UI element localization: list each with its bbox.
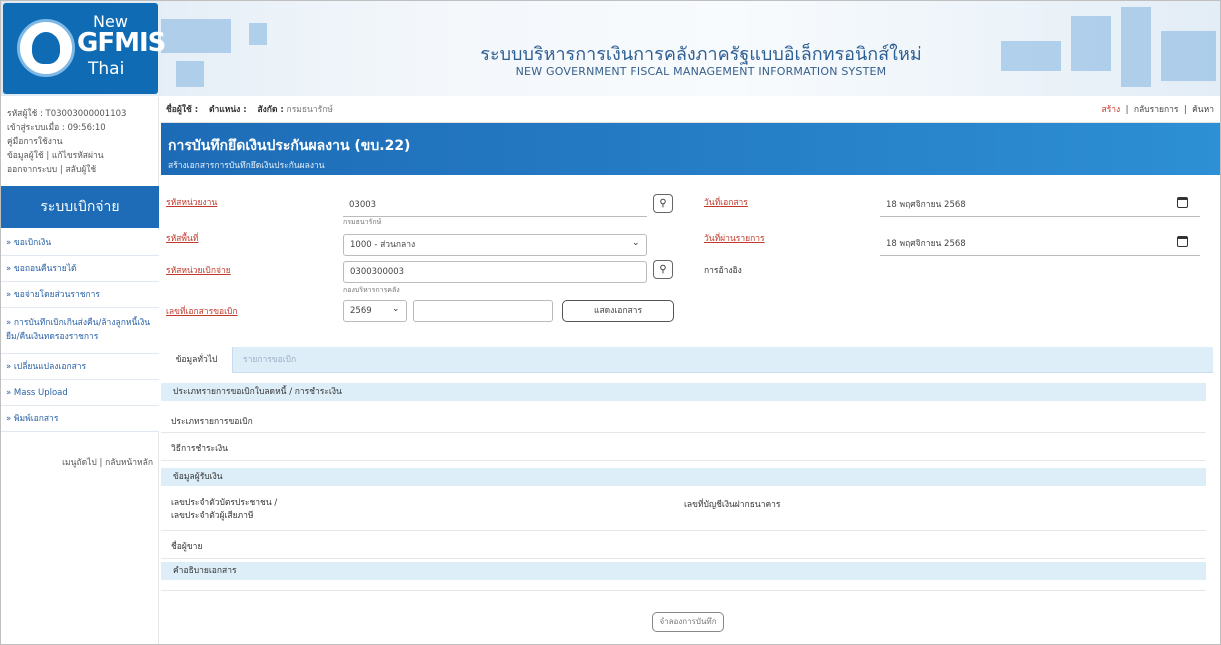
user-id: รหัสผู้ใช้ : T03003000001103: [7, 109, 127, 119]
page-subtitle: สร้างเอกสารการบันทึกยึดเงินประกันผลงาน: [168, 161, 325, 171]
header-decoration: [1161, 31, 1216, 81]
disburse-unit-label: รหัสหน่วยเบิกจ่าย: [166, 266, 231, 276]
affiliation-value: กรมธนารักษ์: [286, 105, 333, 115]
seller-name-label: ชื่อผู้ขาย: [171, 542, 203, 552]
header-decoration: [1071, 16, 1111, 71]
back-home-link[interactable]: กลับหน้าหลัก: [105, 458, 153, 468]
top-actions: สร้าง | กลับรายการ | ค้นหา: [1101, 105, 1214, 115]
search-icon: ⚲: [659, 198, 667, 209]
doc-date-input[interactable]: 18 พฤศจิกายน 2568: [880, 195, 1200, 217]
logo-emblem-icon: [17, 19, 75, 77]
request-doc-label: เลขที่เอกสารขอเบิก: [166, 307, 238, 317]
switch-user-link[interactable]: สลับผู้ใช้: [65, 165, 96, 175]
tab-general-info[interactable]: ข้อมูลทั่วไป: [161, 347, 233, 373]
header-decoration: [176, 61, 204, 87]
manual-link[interactable]: คู่มือการใช้งาน: [7, 137, 63, 147]
page-banner: การบันทึกยึดเงินประกันผลงาน (ขบ.22) สร้า…: [161, 123, 1220, 175]
section-request-type: ประเภทรายการขอเบิกใบลดหนี้ / การชำระเงิน: [161, 383, 1206, 401]
doc-date-label: วันที่เอกสาร: [704, 198, 748, 208]
area-code-select[interactable]: 1000 - ส่วนกลาง: [343, 234, 647, 256]
menu-item-request[interactable]: » ขอเบิกเงิน: [1, 230, 159, 256]
agency-search-button[interactable]: ⚲: [653, 194, 673, 213]
logo-thai-text: Thai: [88, 59, 125, 79]
user-info-block: รหัสผู้ใช้ : T03003000001103 เข้าสู่ระบบ…: [1, 107, 159, 177]
section-doc-description: คำอธิบายเอกสาร: [161, 562, 1206, 580]
chevron-down-icon: ⌄: [632, 238, 640, 248]
affiliation-label: สังกัด :: [257, 105, 284, 115]
header-decoration: [1121, 7, 1151, 87]
header: New GFMIS Thai ระบบบริหารการเงินการคลังภ…: [1, 1, 1220, 96]
logo-gfmis-text: GFMIS: [77, 28, 166, 58]
search-link[interactable]: ค้นหา: [1192, 105, 1214, 115]
menu-item-change-document[interactable]: » เปลี่ยนแปลงเอกสาร: [1, 354, 159, 380]
divider: [161, 530, 1206, 531]
header-decoration: [1001, 41, 1061, 71]
agency-name: กรมธนารักษ์: [343, 218, 382, 226]
request-type-label: ประเภทรายการขอเบิก: [171, 417, 253, 427]
divider: [161, 460, 1206, 461]
page-title: การบันทึกยึดเงินประกันผลงาน (ขบ.22): [168, 138, 411, 154]
post-date-input[interactable]: 18 พฤศจิกายน 2568: [880, 234, 1200, 256]
system-title-english: NEW GOVERNMENT FISCAL MANAGEMENT INFORMA…: [515, 65, 887, 78]
position-label: ตำแหน่ง :: [208, 105, 247, 115]
header-decoration: [249, 23, 267, 45]
disburse-unit-name: กองบริหารการคลัง: [343, 286, 400, 294]
system-title-thai: ระบบบริหารการเงินการคลังภาครัฐแบบอิเล็กท…: [480, 44, 922, 65]
agency-code-input[interactable]: 03003: [343, 195, 647, 217]
request-doc-number-input[interactable]: [413, 300, 553, 322]
top-info-bar: ชื่อผู้ใช้ : ตำแหน่ง : สังกัด : กรมธนารั…: [161, 97, 1220, 123]
menu-item-refund-revenue[interactable]: » ขอถอนคืนรายได้: [1, 256, 159, 282]
gfmis-logo: New GFMIS Thai: [3, 3, 166, 94]
user-name-label: ชื่อผู้ใช้ :: [166, 105, 199, 115]
chevron-down-icon: ⌄: [392, 304, 400, 314]
create-link[interactable]: สร้าง: [1102, 105, 1121, 115]
agency-code-label: รหัสหน่วยงาน: [166, 198, 218, 208]
change-password-link[interactable]: แก้ไขรหัสผ่าน: [52, 151, 104, 161]
payment-method-label: วิธีการชำระเงิน: [171, 444, 228, 454]
calendar-icon[interactable]: [1177, 236, 1188, 247]
back-to-list-link[interactable]: กลับรายการ: [1134, 105, 1179, 115]
divider: [161, 432, 1206, 433]
sidebar: รหัสผู้ใช้ : T03003000001103 เข้าสู่ระบบ…: [1, 97, 159, 644]
user-info-link[interactable]: ข้อมูลผู้ใช้: [7, 151, 44, 161]
search-icon: ⚲: [659, 264, 667, 275]
logout-link[interactable]: ออกจากระบบ: [7, 165, 57, 175]
section-payee: ข้อมูลผู้รับเงิน: [161, 468, 1206, 486]
menu-item-mass-upload[interactable]: » Mass Upload: [1, 380, 159, 406]
area-code-label: รหัสพื้นที่: [166, 234, 199, 244]
tab-bar: ข้อมูลทั่วไป รายการขอเบิก: [161, 347, 1213, 373]
login-time: เข้าสู่ระบบเมื่อ : 09:56:10: [7, 123, 106, 133]
id-card-label: เลขประจำตัวบัตรประชาชน / เลขประจำตัวผู้เ…: [171, 497, 277, 523]
id-card-label-line2: เลขประจำตัวผู้เสียภาษี: [171, 511, 254, 521]
user-context: ชื่อผู้ใช้ : ตำแหน่ง : สังกัด : กรมธนารั…: [166, 97, 333, 123]
bank-account-label: เลขที่บัญชีเงินฝากธนาคาร: [684, 500, 781, 510]
disburse-unit-input[interactable]: 0300300003: [343, 261, 647, 283]
show-document-button[interactable]: แสดงเอกสาร: [562, 300, 674, 322]
post-date-label: วันที่ผ่านรายการ: [704, 234, 765, 244]
divider: [161, 558, 1206, 559]
menu-item-overpayment-return[interactable]: » การบันทึกเบิกเกินส่งคืน/ล้างลูกหนี้เงิ…: [1, 308, 159, 354]
system-menu-title: ระบบเบิกจ่าย: [1, 186, 159, 228]
menu-item-agency-payment[interactable]: » ขอจ่ายโดยส่วนราชการ: [1, 282, 159, 308]
divider: [161, 590, 1206, 591]
reference-label: การอ้างอิง: [704, 266, 742, 276]
menu-item-print-document[interactable]: » พิมพ์เอกสาร: [1, 406, 159, 432]
disburse-unit-search-button[interactable]: ⚲: [653, 260, 673, 279]
tab-request-items[interactable]: รายการขอเบิก: [243, 347, 296, 373]
next-menu-link[interactable]: เมนูถัดไป: [62, 458, 97, 468]
id-card-label-line1: เลขประจำตัวบัตรประชาชน /: [171, 498, 278, 508]
header-decoration: [161, 19, 231, 53]
sidebar-footer: เมนูถัดไป | กลับหน้าหลัก: [62, 458, 153, 468]
calendar-icon[interactable]: [1177, 197, 1188, 208]
simulate-save-button[interactable]: จำลองการบันทึก: [652, 612, 724, 632]
